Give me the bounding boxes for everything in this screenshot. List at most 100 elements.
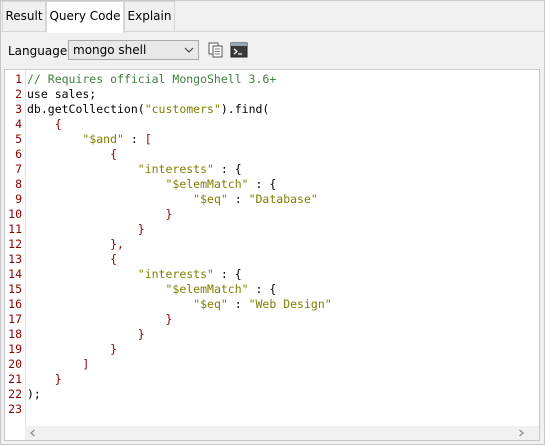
line-number: 5: [15, 132, 22, 146]
code-token-string: "customers": [144, 102, 221, 116]
copy-icon[interactable]: [207, 41, 225, 59]
code-line: ]: [27, 357, 89, 372]
line-number: 1: [15, 72, 22, 86]
code-token-brace: {: [110, 147, 118, 161]
line-number: 19: [8, 342, 22, 356]
horizontal-scrollbar[interactable]: [25, 426, 528, 440]
language-select-value: mongo shell: [73, 43, 147, 57]
line-number: 6: [15, 147, 22, 161]
code-line: },: [27, 237, 124, 252]
code-line: }: [27, 372, 62, 387]
line-number-gutter: 1 2 3 4 5 6 7 8 9 10 11 12 13 14 15 16 17 18 19 20 21 22 23: [5, 70, 26, 426]
code-token-plain: : {: [248, 177, 277, 191]
toolbar: Language: mongo shell: [1, 33, 544, 69]
line-number: 14: [8, 267, 22, 281]
line-number: 12: [8, 237, 22, 251]
query-code-window: Result Query Code Explain Language: mong…: [0, 0, 545, 445]
line-number: 8: [15, 177, 22, 191]
code-line: }: [27, 312, 172, 327]
code-token-plain: : {: [213, 267, 242, 281]
code-line: "$elemMatch" : {: [27, 177, 276, 192]
code-token-string: "interests": [137, 267, 214, 281]
code-token-brace: }: [165, 312, 173, 326]
code-line: use sales;: [27, 87, 96, 102]
scrollbar-corner: [528, 426, 539, 440]
code-token-comment: // Requires official MongoShell 3.6+: [27, 72, 277, 86]
language-label: Language:: [8, 44, 72, 58]
code-token-string: "$eq": [193, 192, 228, 206]
code-token-plain: : {: [213, 162, 242, 176]
vertical-scrollbar[interactable]: [528, 70, 539, 426]
tab-explain[interactable]: Explain: [124, 1, 175, 31]
line-number: 3: [15, 102, 22, 116]
code-line: }: [27, 327, 145, 342]
code-line: "$eq" : "Web Design": [27, 297, 332, 312]
code-line: );: [27, 387, 41, 402]
code-token-plain: :: [227, 192, 249, 206]
code-token-brace: [: [144, 132, 152, 146]
code-token-brace: ]: [82, 357, 90, 371]
code-token-string: "interests": [137, 162, 214, 176]
tab-query-code[interactable]: Query Code: [46, 1, 124, 33]
line-number: 21: [8, 372, 22, 386]
code-token-brace: {: [54, 117, 62, 131]
code-line: }: [27, 222, 145, 237]
line-number: 13: [8, 252, 22, 266]
code-line: "$elemMatch" : {: [27, 282, 276, 297]
code-token-brace: }: [165, 207, 173, 221]
gutter-separator: [25, 70, 26, 426]
code-editor[interactable]: 1 2 3 4 5 6 7 8 9 10 11 12 13 14 15 16 17 18 19 20 21 22 23 //…: [4, 69, 540, 441]
code-token-string: "$and": [82, 132, 124, 146]
code-token-string: "Database": [248, 192, 318, 206]
code-line: }: [27, 342, 117, 357]
code-token-plain: :: [227, 297, 249, 311]
code-line: "interests" : {: [27, 267, 242, 282]
line-number: 11: [8, 222, 22, 236]
line-number: 4: [15, 117, 22, 131]
line-number: 7: [15, 162, 22, 176]
code-line: }: [27, 207, 172, 222]
code-token-string: "$eq": [193, 297, 228, 311]
code-line: "interests" : {: [27, 162, 242, 177]
tab-bar: Result Query Code Explain: [1, 1, 544, 33]
language-select[interactable]: mongo shell: [68, 40, 199, 60]
scroll-right-icon[interactable]: [517, 429, 525, 437]
tab-result[interactable]: Result: [2, 1, 46, 31]
terminal-icon[interactable]: [230, 41, 248, 59]
line-number: 16: [8, 297, 22, 311]
code-token-brace: {: [110, 252, 118, 266]
line-number: 20: [8, 357, 22, 371]
code-token-brace: }: [54, 372, 62, 386]
code-token-plain: use sales;: [27, 87, 97, 101]
code-line: // Requires official MongoShell 3.6+: [27, 72, 276, 87]
code-line: "$and" : [: [27, 132, 152, 147]
code-token-plain: );: [27, 387, 41, 401]
code-token-string: "$elemMatch": [165, 282, 249, 296]
code-line: "$eq" : "Database": [27, 192, 318, 207]
code-line: {: [27, 117, 62, 132]
code-token-string: "Web Design": [248, 297, 332, 311]
scroll-left-icon[interactable]: [29, 429, 37, 437]
line-number: 22: [8, 387, 22, 401]
code-token-plain: :: [123, 132, 145, 146]
code-token-brace: },: [110, 237, 124, 251]
code-token-plain: db.getCollection(: [27, 102, 145, 116]
code-token-brace: }: [137, 327, 145, 341]
